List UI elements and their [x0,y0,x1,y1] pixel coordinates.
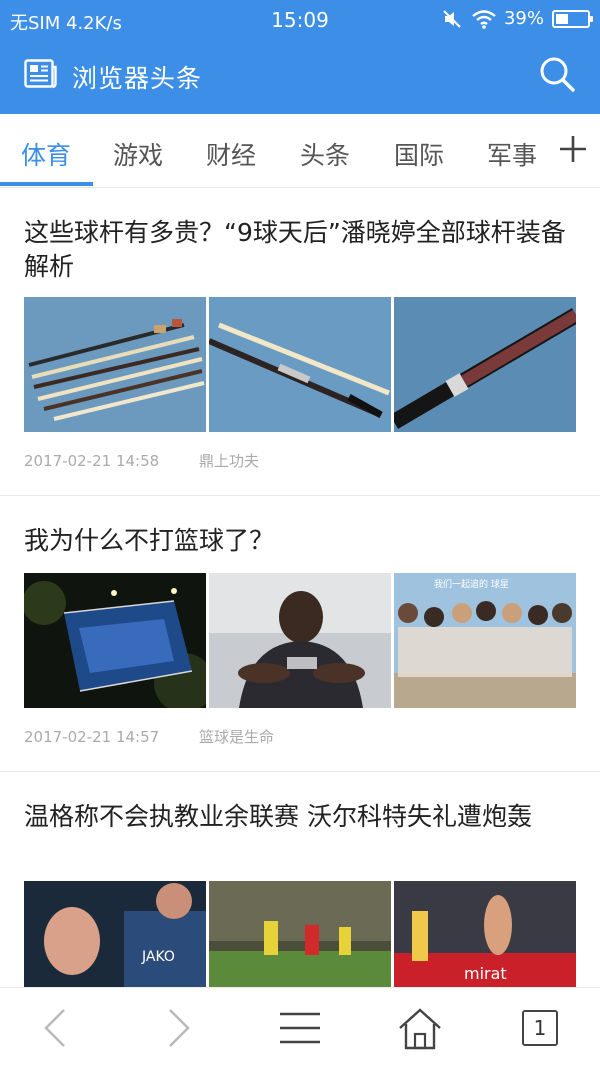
category-tabs: 体育 游戏 财经 头条 国际 军事 [0,114,600,188]
article-image [209,881,391,987]
newspaper-icon [24,59,57,89]
app-header: 浏览器头条 [0,40,600,114]
article-image: 我们一起追的 球星 [394,573,576,708]
tab-finance[interactable]: 财经 [206,136,256,172]
article-image [209,297,391,432]
battery-icon [552,9,593,28]
article-image: mirat [394,881,576,987]
article-source: 篮球是生命 [199,728,275,746]
article-source: 鼎上功夫 [199,452,260,470]
tab-international[interactable]: 国际 [394,136,444,172]
forward-arrow-icon[interactable] [156,1006,200,1050]
back-arrow-icon[interactable] [34,1006,78,1050]
article-image [394,297,576,432]
tab-military[interactable]: 军事 [487,136,537,172]
plus-icon[interactable] [558,134,588,164]
article-image [24,297,206,432]
article-image: JAKO [24,881,206,987]
news-item[interactable]: 这些球杆有多贵？“9球天后”潘晓婷全部球杆装备解析 2017-02-21 14:… [0,188,600,496]
article-image [24,573,206,708]
menu-icon[interactable] [278,1006,322,1050]
battery-fill [556,13,568,24]
tab-switcher-button[interactable]: 1 [522,1010,566,1054]
tab-sports[interactable]: 体育 [21,136,71,172]
app-title: 浏览器头条 [72,64,203,93]
home-icon[interactable] [398,1006,442,1050]
bottom-navigation: 1 [0,987,600,1067]
article-images [24,297,576,432]
publish-time: 2017-02-21 14:57 [24,728,160,746]
news-item[interactable]: 我为什么不打篮球了？ 我们一起追的 球星 2017-02-21 14:57 篮球… [0,496,600,772]
article-meta: 2017-02-21 14:57 篮球是生命 [24,726,274,747]
article-title[interactable]: 我为什么不打篮球了？ [24,524,580,558]
tab-count: 1 [522,1010,558,1046]
news-item[interactable]: 温格称不会执教业余联赛 沃尔科特失礼遭炮轰 JAKO mirat [0,772,600,987]
wifi-icon [472,9,496,29]
mute-icon [443,9,461,28]
article-meta: 2017-02-21 14:58 鼎上功夫 [24,450,259,471]
article-images: 我们一起追的 球星 [24,573,576,708]
search-icon[interactable] [538,55,576,93]
publish-time: 2017-02-21 14:58 [24,452,160,470]
tab-headlines[interactable]: 头条 [300,136,350,172]
active-tab-indicator [0,182,93,186]
article-image [209,573,391,708]
status-bar: 无SIM 4.2K/s 15:09 39% [0,0,600,40]
svg-text:JAKO: JAKO [141,949,175,965]
battery-percent: 39% [503,8,544,29]
article-title[interactable]: 温格称不会执教业余联赛 沃尔科特失礼遭炮轰 [24,800,580,834]
tab-games[interactable]: 游戏 [113,136,163,172]
article-title[interactable]: 这些球杆有多贵？“9球天后”潘晓婷全部球杆装备解析 [24,216,580,284]
article-images: JAKO mirat [24,881,576,987]
svg-text:mirat: mirat [464,964,507,983]
status-right: 39% [442,8,593,29]
image-caption: 我们一起追的 球星 [434,578,509,590]
